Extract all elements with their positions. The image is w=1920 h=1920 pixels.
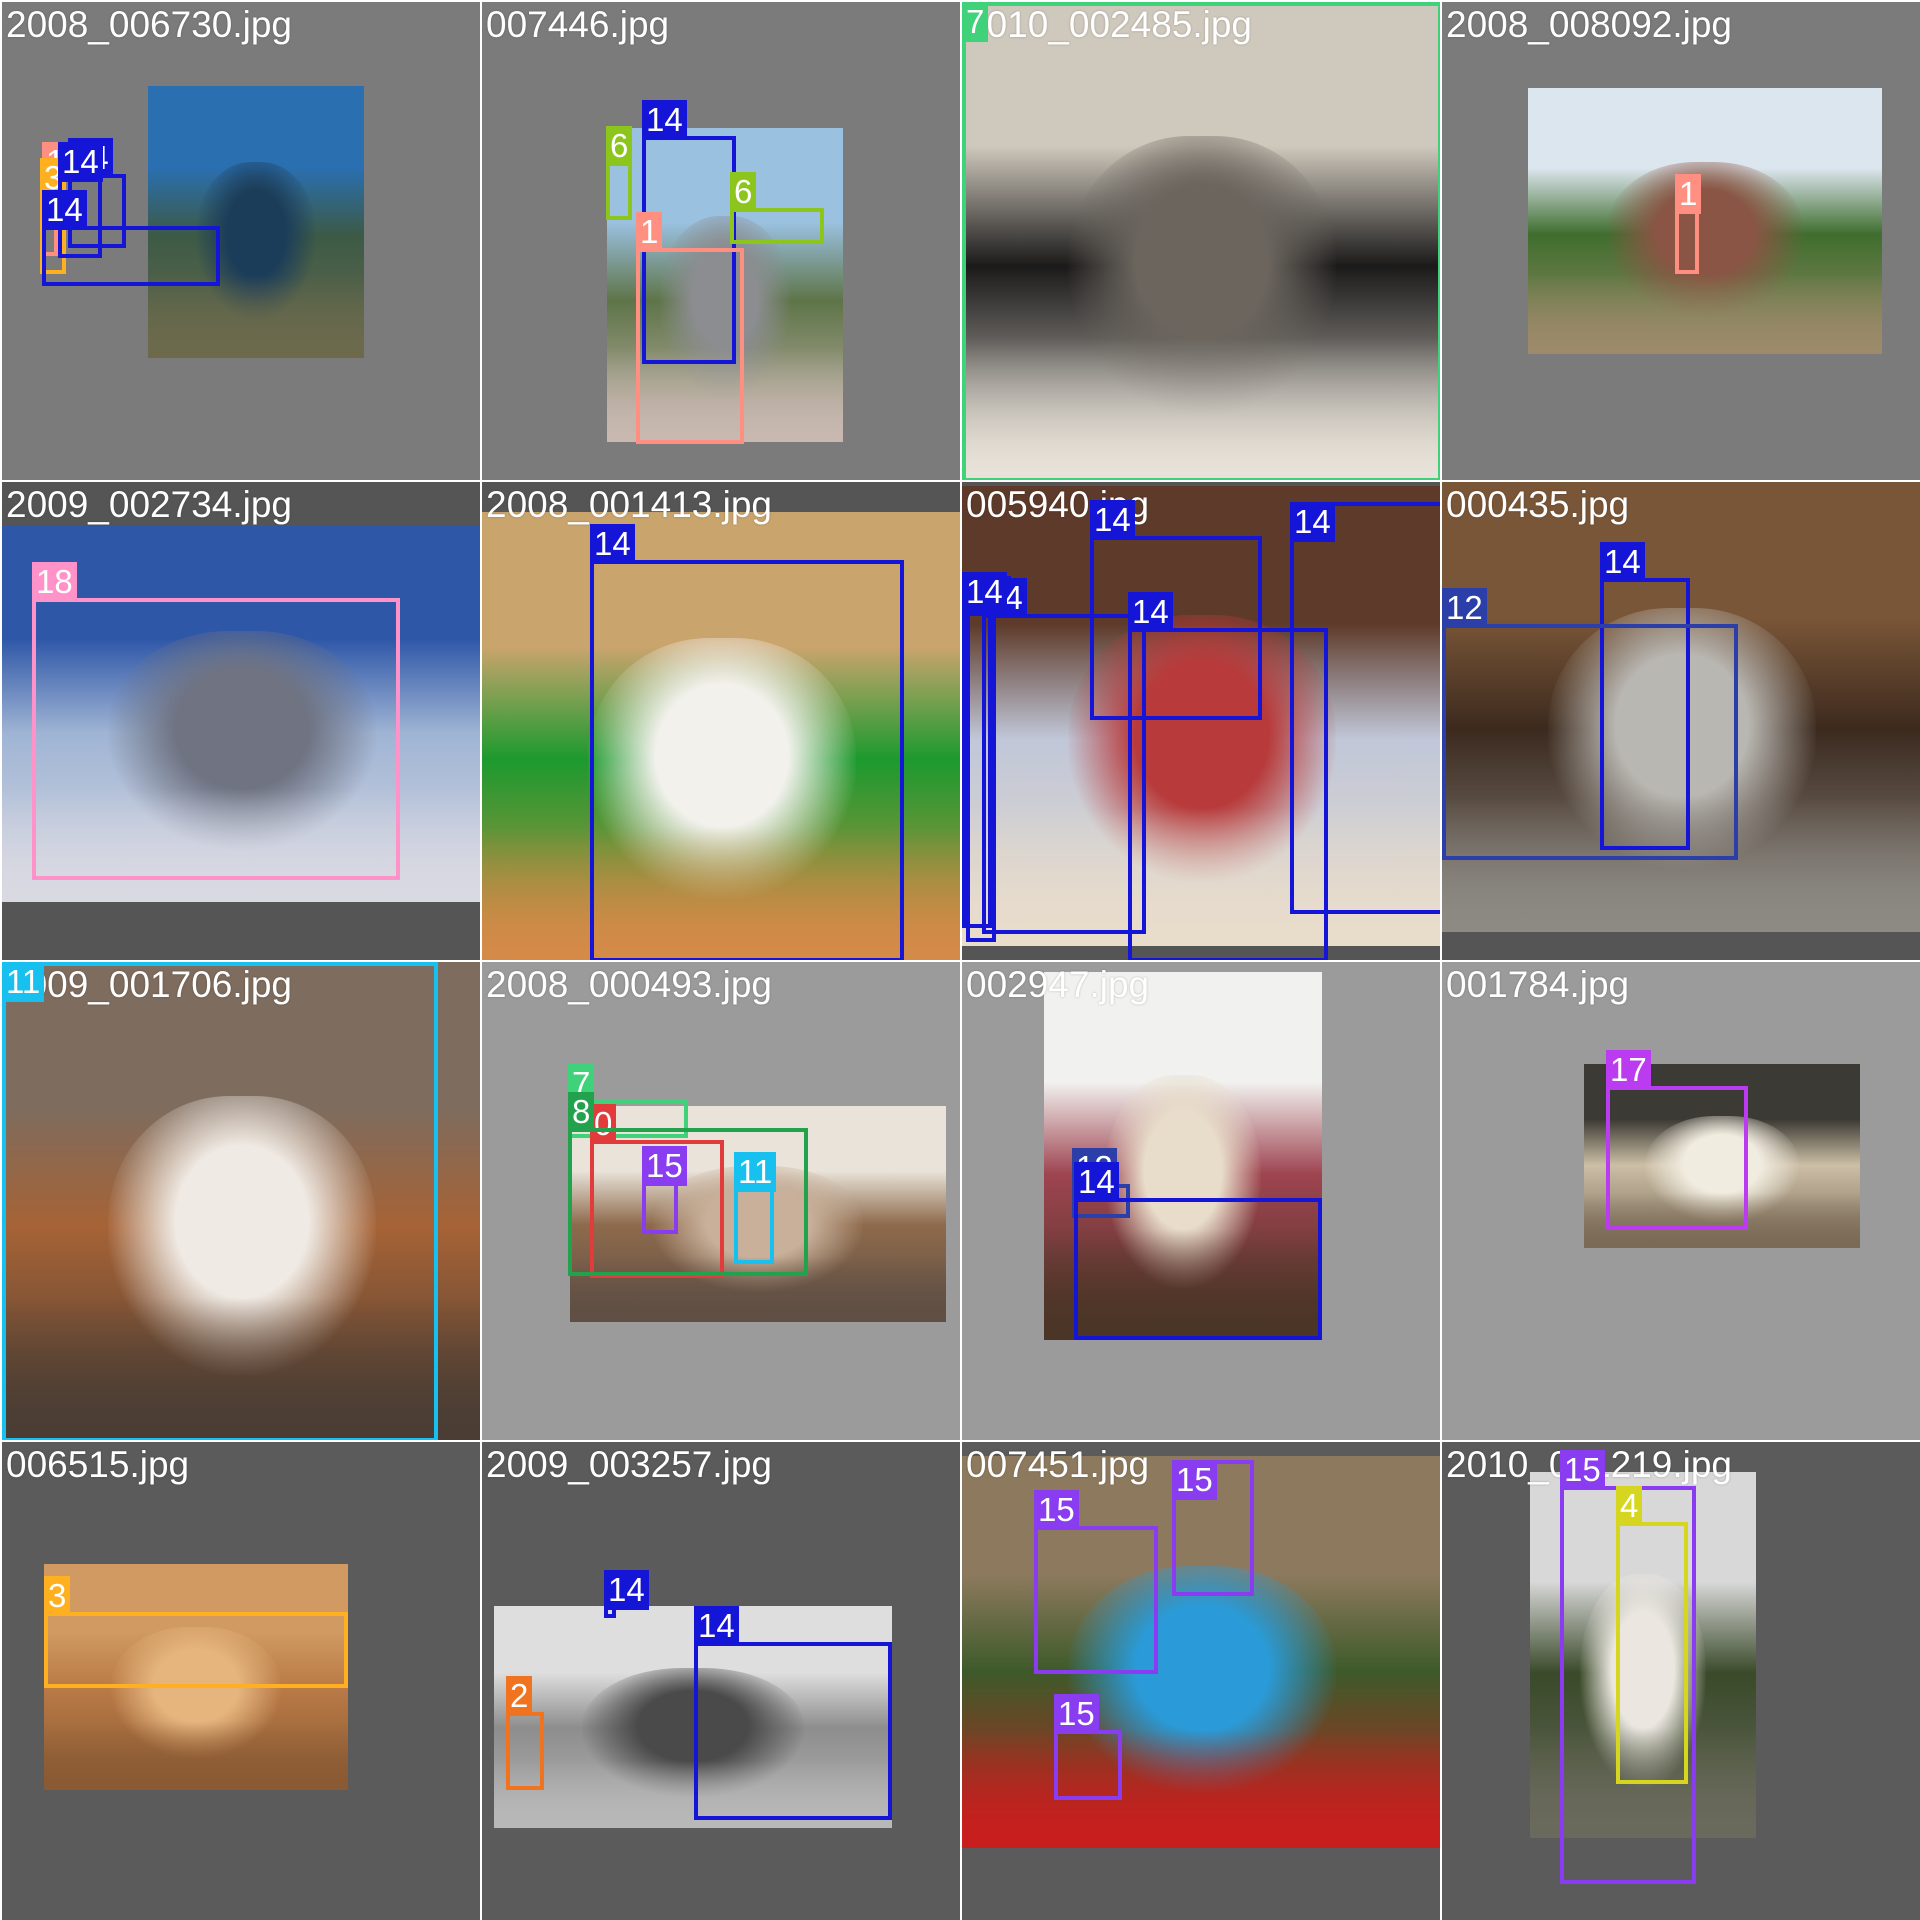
class-label-tag: 1 <box>636 212 663 252</box>
photo-shadow-region <box>148 276 364 358</box>
photo-shadow-region <box>1528 274 1882 354</box>
mosaic-tile: 007446.jpg 14 6 6 1 <box>482 2 960 480</box>
class-label-tag: 12 <box>1442 588 1487 628</box>
photo-thumbnail <box>1528 88 1882 354</box>
bounding-box-class-15: 15 <box>1172 1460 1254 1596</box>
class-label-tag: 15 <box>1172 1460 1217 1500</box>
class-label-tag: 14 <box>42 190 87 230</box>
mosaic-tile: 2008_008092.jpg 1 <box>1442 2 1920 480</box>
photo-shadow-region <box>44 1722 348 1790</box>
image-filename: 2008_008092.jpg <box>1446 4 1733 45</box>
class-label-tag: 14 <box>1290 502 1335 542</box>
class-label-tag: 2 <box>506 1676 533 1716</box>
class-label-tag: 15 <box>642 1146 687 1186</box>
mosaic-tile: 006515.jpg 3 <box>2 1442 480 1920</box>
mosaic-tile: 001784.jpg 17 <box>1442 962 1920 1440</box>
bounding-box-class-12: 12 <box>1442 588 1738 860</box>
mosaic-tile: 2009_001706.jpg 11 <box>2 962 480 1440</box>
bounding-box-class-11: 11 <box>734 1152 777 1264</box>
bounding-box-class-6: 6 <box>730 172 824 244</box>
class-label-tag: 14 <box>590 524 635 564</box>
mosaic-tile: 005940.jpg141414141414 <box>962 482 1440 960</box>
mosaic-tile: 2009_002734.jpg 18 <box>2 482 480 960</box>
class-label-tag: 15 <box>1560 1450 1605 1490</box>
image-filename: 2008_001413.jpg <box>486 484 773 525</box>
class-label-tag: 15 <box>1034 1490 1079 1530</box>
class-label-tag: 4 <box>1616 1486 1643 1526</box>
image-filename: 2008_006730.jpg <box>6 4 293 45</box>
photo-shadow-region <box>962 1730 1440 1848</box>
mosaic-tile: 2008_001413.jpg 14 <box>482 482 960 960</box>
mosaic-tile: 007451.jpg 15 15 15 <box>962 1442 1440 1920</box>
class-label-tag: 7 <box>962 2 989 42</box>
class-label-tag: 17 <box>1606 1050 1651 1090</box>
bounding-box-class-11: 11 <box>2 962 438 1440</box>
class-label-tag: 11 <box>2 962 45 1002</box>
class-label-tag: 6 <box>730 172 757 212</box>
bounding-box-class-14: 14 <box>604 1570 649 1618</box>
mosaic-tile: 002947.jpg1214 <box>962 962 1440 1440</box>
bounding-box-class-15: 15 <box>642 1146 687 1234</box>
class-label-tag: 14 <box>642 100 687 140</box>
bounding-box-class-3: 3 <box>44 1576 348 1688</box>
class-label-tag: 14 <box>604 1570 649 1610</box>
mosaic-tile: 000435.jpg 14 12 <box>1442 482 1920 960</box>
bounding-box-class-1: 1 <box>636 212 744 444</box>
bounding-box-class-17: 17 <box>1606 1050 1748 1230</box>
bounding-box-class-7: 7 <box>962 2 1440 480</box>
image-filename: 000435.jpg <box>1446 484 1630 525</box>
bounding-box-class-14: 14 <box>1290 502 1440 914</box>
class-label-tag: 14 <box>1090 500 1135 540</box>
image-filename: 2009_002734.jpg <box>6 484 293 525</box>
class-label-tag: 14 <box>962 572 1007 612</box>
class-label-tag: 1 <box>1675 174 1702 214</box>
photo-thumbnail <box>148 86 364 358</box>
class-label-tag: 14 <box>1074 1162 1119 1202</box>
class-label-tag: 18 <box>32 562 77 602</box>
bounding-box-class-2: 2 <box>506 1676 544 1790</box>
mosaic-tile: 2008_000493.jpg 7 0 8 15 11 <box>482 962 960 1440</box>
image-filename: 002947.jpg <box>966 964 1150 1005</box>
image-filename: 2009_003257.jpg <box>486 1444 773 1485</box>
class-label-tag: 11 <box>734 1152 777 1192</box>
bounding-box-class-18: 18 <box>32 562 400 880</box>
mosaic-tile: 2010_001219.jpg154 <box>1442 1442 1920 1920</box>
mosaic-tile: 2009_003257.jpg 14 14 2 <box>482 1442 960 1920</box>
image-filename: 007446.jpg <box>486 4 670 45</box>
class-label-tag: 14 <box>1128 592 1173 632</box>
class-label-tag: 6 <box>606 126 633 166</box>
class-label-tag: 14 <box>58 142 103 182</box>
class-label-tag: 14 <box>694 1606 739 1646</box>
bounding-box-class-14: 14 <box>590 524 904 960</box>
class-label-tag: 15 <box>1054 1694 1099 1734</box>
mosaic-tile: 2008_006730.jpg11431414 <box>2 2 480 480</box>
class-label-tag: 14 <box>1600 542 1645 582</box>
bounding-box-class-15: 15 <box>1034 1490 1158 1674</box>
bounding-box-class-6: 6 <box>606 126 633 220</box>
bounding-box-class-1: 1 <box>1675 174 1702 274</box>
image-filename: 001784.jpg <box>1446 964 1630 1005</box>
mosaic-tile: 2010_002485.jpg 7 <box>962 2 1440 480</box>
bounding-box-class-14: 14 <box>1074 1162 1322 1340</box>
image-filename: 007451.jpg <box>966 1444 1150 1485</box>
bounding-box-class-14: 14 <box>694 1606 892 1820</box>
bounding-box-class-4: 4 <box>1616 1486 1688 1784</box>
image-filename: 006515.jpg <box>6 1444 190 1485</box>
bounding-box-class-15: 15 <box>1054 1694 1122 1800</box>
image-filename: 2008_000493.jpg <box>486 964 773 1005</box>
bounding-box-class-14: 14 <box>42 190 220 286</box>
bounding-box-class-14: 14 <box>962 572 1007 928</box>
class-label-tag: 8 <box>568 1092 595 1132</box>
class-label-tag: 3 <box>44 1576 71 1616</box>
detection-mosaic-grid: 2008_006730.jpg11431414007446.jpg1466120… <box>0 0 1920 1920</box>
